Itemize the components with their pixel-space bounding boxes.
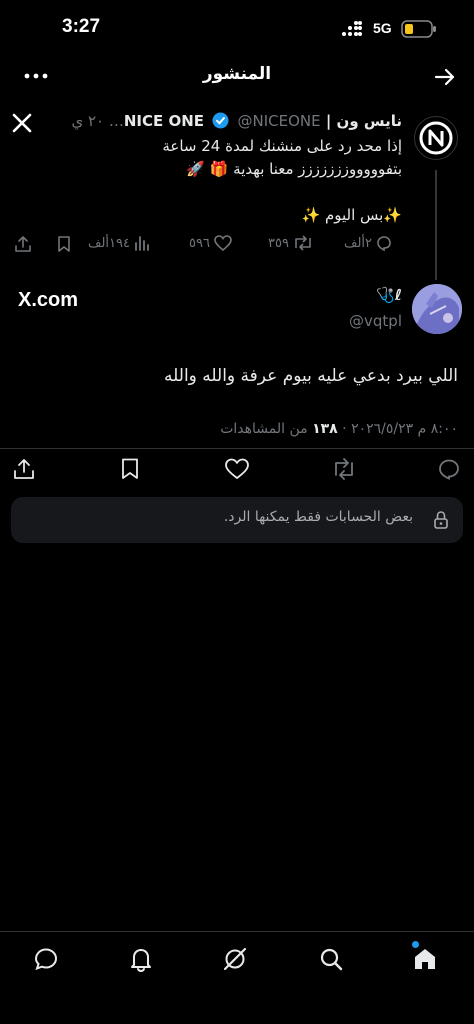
heart-icon	[214, 235, 232, 252]
lock-icon	[433, 510, 449, 530]
views-chart-icon	[135, 236, 149, 251]
quoted-reply-button[interactable]: ٢ألف	[344, 234, 393, 252]
niceone-logo-icon	[419, 121, 453, 155]
thread-line	[435, 170, 437, 280]
reply-icon	[439, 459, 459, 480]
quoted-bookmark-icon[interactable]	[56, 235, 72, 253]
bookmark-icon	[122, 458, 138, 479]
post-timestamp: ٨:٠٠ م ٢٠٢٦/٥/٢٣ ·	[342, 421, 458, 437]
battery-icon	[401, 20, 437, 38]
search-icon	[320, 948, 343, 971]
heart-icon	[225, 458, 249, 480]
avatar-niceone[interactable]	[414, 116, 458, 160]
source-label: X.com	[18, 289, 79, 311]
main-author-name[interactable]: ℓ🩺	[376, 286, 402, 304]
messages-icon	[34, 948, 58, 971]
avatar-vqtpl[interactable]	[412, 284, 462, 334]
quoted-reply-count: ٢ألف	[344, 235, 373, 251]
views-count: ١٣٨	[312, 421, 338, 437]
reply-restriction-text: بعض الحسابات فقط يمكنها الرد.	[223, 509, 413, 525]
nav-grok[interactable]	[222, 946, 248, 972]
quoted-repost-count: ٣٥٩	[268, 235, 289, 251]
divider	[0, 448, 474, 449]
quoted-text-line: بتفوووووززززززز معنا بهدية 🎁 🚀	[186, 160, 402, 178]
bookmark-button[interactable]	[119, 457, 141, 481]
repost-icon	[295, 235, 311, 251]
notifications-icon	[131, 949, 151, 972]
home-notification-dot	[412, 941, 419, 948]
quoted-views-button[interactable]: ١٩٤ألف	[88, 234, 151, 252]
reply-icon	[377, 236, 391, 252]
share-icon	[14, 459, 34, 479]
bottom-nav	[0, 932, 474, 1024]
repost-icon	[335, 458, 353, 480]
reply-restriction-notice: بعض الحسابات فقط يمكنها الرد.	[11, 497, 463, 543]
nav-explore[interactable]	[318, 946, 344, 972]
views-label: من المشاهدات	[220, 421, 308, 437]
signal-icon	[341, 21, 363, 37]
repost-button[interactable]	[331, 457, 357, 481]
avatar-image	[412, 284, 462, 334]
main-author-handle[interactable]: @vqtpl	[349, 312, 402, 330]
post-meta: ٨:٠٠ م ٢٠٢٦/٥/٢٣ · ١٣٨ من المشاهدات	[18, 421, 458, 437]
quoted-text-line: ✨بس اليوم ✨	[301, 206, 403, 224]
quoted-views-count: ١٩٤ألف	[88, 235, 130, 251]
nav-home[interactable]	[412, 946, 438, 972]
quoted-repost-button[interactable]: ٣٥٩	[268, 234, 314, 252]
nav-messages[interactable]	[33, 946, 59, 972]
more-options-icon[interactable]	[24, 66, 48, 86]
x-logo-icon	[12, 113, 32, 133]
page-title: المنشور	[202, 64, 272, 84]
main-post-text: اللي بيرد بدعي عليه بيوم عرفة والله والل…	[164, 366, 458, 386]
nav-notifications[interactable]	[128, 946, 154, 972]
back-arrow-icon[interactable]	[434, 66, 456, 88]
quoted-author-row: نايس ون | NICE ONE @NICEONE… ٢٠ ي	[71, 112, 402, 130]
share-button[interactable]	[12, 457, 36, 481]
reply-button[interactable]	[437, 457, 461, 481]
quoted-like-count: ٥٩٦	[189, 235, 210, 251]
network-type: 5G	[373, 20, 392, 36]
like-button[interactable]	[224, 457, 250, 481]
home-icon	[415, 949, 435, 969]
quoted-share-icon[interactable]	[14, 235, 32, 253]
verified-badge-icon	[212, 112, 229, 129]
quoted-like-button[interactable]: ٥٩٦	[189, 234, 233, 252]
grok-icon	[223, 947, 247, 971]
quoted-text-line: إذا محد رد على منشنك لمدة 24 ساعة	[162, 137, 402, 155]
status-time: 3:27	[62, 16, 101, 37]
